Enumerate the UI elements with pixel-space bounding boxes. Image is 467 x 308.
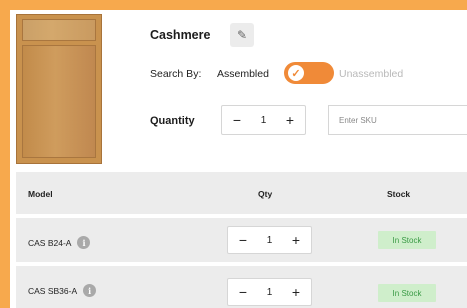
column-header-model: Model [28, 189, 53, 199]
row-decrement-button[interactable]: − [236, 232, 250, 248]
edit-button[interactable]: ✎ [230, 23, 254, 47]
row-quantity-value[interactable]: 1 [267, 287, 273, 298]
unassembled-option-label[interactable]: Unassembled [339, 68, 403, 80]
table-row: CAS B24-A i − 1 + In Stock [16, 218, 467, 262]
row-decrement-button[interactable]: − [236, 284, 250, 300]
assembled-option-label[interactable]: Assembled [217, 68, 269, 80]
model-cell: CAS B24-A i [28, 236, 91, 249]
table-header: Model Qty Stock [16, 172, 467, 214]
assembly-toggle[interactable]: ✓ [284, 62, 334, 84]
cabinet-door-image [16, 14, 102, 164]
info-icon[interactable]: i [83, 284, 97, 297]
product-title: Cashmere [150, 28, 211, 42]
row-quantity-stepper: − 1 + [227, 278, 312, 306]
quantity-decrement-button[interactable]: − [230, 112, 244, 128]
column-header-stock: Stock [387, 189, 411, 199]
quantity-increment-button[interactable]: + [283, 112, 297, 128]
quantity-stepper: − 1 + [221, 105, 306, 135]
row-increment-button[interactable]: + [289, 232, 303, 248]
row-quantity-value[interactable]: 1 [267, 235, 273, 246]
stock-badge: In Stock [378, 231, 436, 249]
table-row: CAS SB36-A i − 1 + In Stock [16, 266, 467, 308]
row-increment-button[interactable]: + [289, 284, 303, 300]
model-name: CAS B24-A [28, 237, 72, 248]
column-header-qty: Qty [258, 189, 273, 199]
model-cell: CAS SB36-A i [28, 284, 97, 297]
quantity-label: Quantity [150, 115, 195, 127]
door-panel [22, 45, 96, 158]
info-icon[interactable]: i [77, 236, 91, 249]
pencil-icon: ✎ [236, 28, 248, 42]
stock-badge: In Stock [378, 284, 436, 302]
door-top-rail [22, 19, 96, 41]
sku-input[interactable] [328, 105, 467, 135]
product-panel: Cashmere ✎ Search By: Assembled ✓ Unasse… [10, 10, 467, 308]
search-by-label: Search By: [150, 68, 202, 80]
quantity-value[interactable]: 1 [261, 115, 267, 126]
model-name: CAS SB36-A [28, 285, 78, 296]
checkmark-icon: ✓ [288, 65, 304, 81]
row-quantity-stepper: − 1 + [227, 226, 312, 254]
